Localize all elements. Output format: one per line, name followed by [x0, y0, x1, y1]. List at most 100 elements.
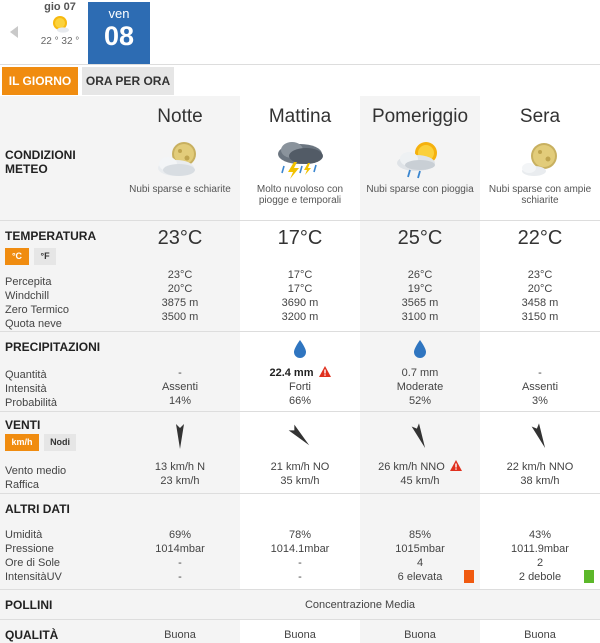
air-quality-value: Buona: [284, 628, 316, 641]
row-label: Windchill: [5, 289, 50, 302]
sun-hours: 4: [416, 556, 424, 569]
thunderstorm-icon: [278, 142, 323, 179]
wind-gust: 38 km/h: [520, 474, 560, 487]
temperature-value: 17°C: [277, 226, 323, 249]
wind-direction-icon: [531, 422, 546, 448]
sun-hours: -: [298, 556, 302, 569]
wind-gust: 23 km/h: [160, 474, 200, 487]
raindrop-icon: [294, 339, 306, 358]
row-label: Ore di Sole: [5, 556, 61, 569]
windchill: 20°C: [167, 282, 193, 295]
day-prev[interactable]: gio 07 22 ° 32 °: [36, 0, 84, 47]
freezing-level: 3875 m: [161, 296, 199, 309]
wind-gust: 35 km/h: [280, 474, 320, 487]
moon-cloud-icon: [522, 143, 557, 176]
day-current-weekday: ven: [108, 6, 130, 21]
wind-direction-icon: [176, 423, 184, 449]
sun-hours: 2: [536, 556, 544, 569]
condition-desc: Nubi sparse con ampie schiarite: [488, 184, 592, 206]
day-current[interactable]: ven 08: [88, 2, 150, 64]
condition-desc: Molto nuvoloso con piogge e temporali: [256, 184, 344, 206]
precip-probability: 52%: [408, 394, 432, 407]
precip-quantity: -: [538, 366, 542, 379]
precip-quantity: -: [178, 366, 182, 379]
uv-index: -: [298, 570, 302, 583]
period-night: Notte Nubi sparse e schiarite: [120, 96, 240, 221]
freezing-level: 3690 m: [281, 296, 319, 309]
wind-speed: 13 km/h N: [154, 460, 206, 473]
moon-cloud-icon: [158, 142, 196, 176]
wind-direction-icon: [411, 422, 426, 448]
row-label: Zero Termico: [5, 303, 69, 316]
windchill: 17°C: [287, 282, 313, 295]
forecast-table: CONDIZIONI METEO Notte Nubi sparse e sch…: [0, 96, 600, 643]
view-tabs: IL GIORNO ORA PER ORA: [0, 64, 600, 96]
wind-speed: 21 km/h NO: [270, 460, 330, 473]
tab-hourly[interactable]: ORA PER ORA: [82, 67, 174, 95]
row-label: Pressione: [5, 542, 54, 555]
day-current-number: 08: [103, 21, 135, 51]
tab-day[interactable]: IL GIORNO: [2, 67, 78, 95]
humidity: 69%: [168, 528, 192, 541]
row-label: IntensitàUV: [5, 570, 62, 583]
precip-intensity: Forti: [289, 380, 311, 393]
precip-label: PRECIPITAZIONI: [5, 339, 101, 354]
uv-index: 2 debole: [518, 570, 562, 583]
windchill: 20°C: [527, 282, 553, 295]
temperature-value: 23°C: [157, 226, 203, 249]
freezing-level: 3458 m: [521, 296, 559, 309]
perceived-temp: 23°C: [167, 268, 193, 281]
pollen-value: Concentrazione Media: [304, 598, 416, 611]
condition-desc: Nubi sparse e schiarite: [129, 184, 231, 195]
temperature-value: 25°C: [397, 226, 443, 249]
wind-speed: 26 km/h NNO: [378, 460, 445, 473]
snow-level: 3200 m: [281, 310, 319, 323]
warning-icon: [318, 365, 331, 377]
period-title: Pomeriggio: [371, 106, 469, 127]
unit-celsius-button[interactable]: °C: [5, 247, 29, 265]
snow-level: 3500 m: [161, 310, 199, 323]
windchill: 19°C: [407, 282, 433, 295]
row-label: Umidità: [5, 528, 43, 541]
day-prev-name: gio 07: [44, 1, 76, 13]
precip-probability: 66%: [288, 394, 312, 407]
row-label: Intensità: [5, 382, 47, 395]
wind-speed: 22 km/h NNO: [506, 460, 574, 473]
period-title: Notte: [157, 106, 203, 127]
uv-index: 6 elevata: [397, 570, 443, 583]
wind-gust: 45 km/h: [400, 474, 440, 487]
chevron-left-icon[interactable]: [10, 26, 18, 38]
pressure: 1014.1mbar: [270, 542, 330, 555]
snow-level: 3150 m: [521, 310, 559, 323]
wind-direction-icon: [288, 424, 310, 445]
precip-probability: 14%: [168, 394, 192, 407]
sun-rain-icon: [397, 142, 437, 179]
perceived-temp: 23°C: [527, 268, 553, 281]
precip-quantity: 0.7 mm: [401, 366, 439, 379]
period-title: Mattina: [268, 106, 332, 127]
condition-desc: Nubi sparse con pioggia: [366, 184, 474, 195]
perceived-temp: 26°C: [407, 268, 433, 281]
row-label: Quota neve: [5, 317, 62, 330]
other-label: ALTRI DATI: [5, 501, 70, 516]
uv-level-indicator: [584, 569, 594, 583]
snow-level: 3100 m: [401, 310, 439, 323]
perceived-temp: 17°C: [287, 268, 313, 281]
precip-intensity: Moderate: [396, 380, 444, 393]
precip-probability: 3%: [532, 394, 548, 407]
unit-fahrenheit-button[interactable]: °F: [34, 247, 57, 265]
conditions-label: CONDIZIONI METEO: [5, 148, 76, 176]
row-label: Probabilità: [5, 396, 57, 409]
period-title: Sera: [519, 106, 561, 127]
unit-knots-button[interactable]: Nodi: [44, 433, 77, 451]
precip-quantity: 22.4 mm: [269, 366, 314, 379]
air-quality-value: Buona: [164, 628, 196, 641]
uv-level-indicator: [464, 569, 474, 583]
pollen-label: POLLINI: [5, 597, 53, 612]
uv-index: -: [178, 570, 182, 583]
row-label: Percepita: [5, 275, 52, 288]
air-quality-value: Buona: [404, 628, 436, 641]
unit-kmh-button[interactable]: km/h: [5, 433, 39, 451]
period-morning: Mattina Molto nuvoloso con piogge e temp…: [240, 96, 360, 221]
period-evening: Sera Nubi sparse con ampie schiarite: [480, 96, 600, 221]
